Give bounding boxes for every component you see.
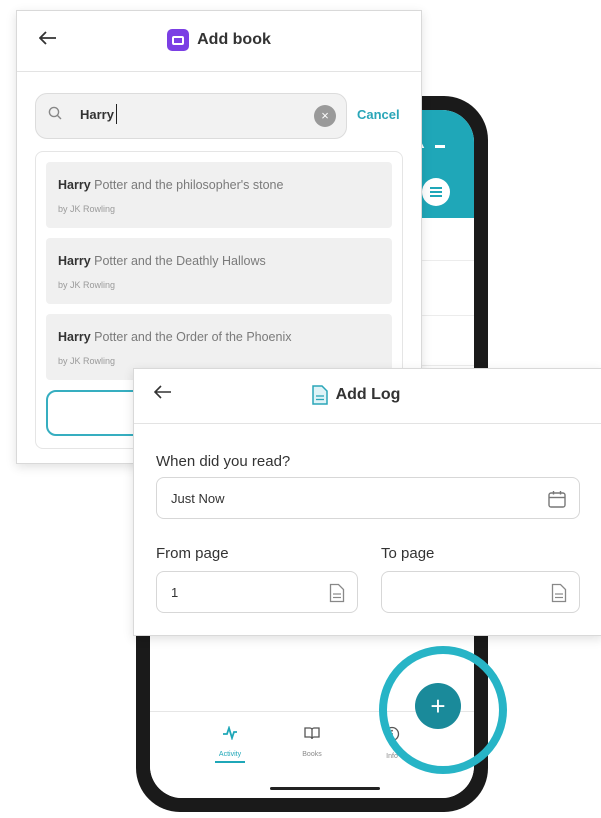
book-icon [167,29,190,51]
calendar-icon [548,491,566,508]
menu-button[interactable] [422,178,450,206]
from-page-field[interactable]: 1 [156,571,358,613]
search-value: Harry [80,103,117,124]
cancel-button[interactable]: Cancel [357,107,400,122]
date-field[interactable]: Just Now [156,477,580,519]
result-title: Harry Potter and the Order of the Phoeni… [58,330,292,344]
nav-item-books[interactable]: Books [282,726,342,758]
clear-search-icon[interactable]: × [314,105,336,127]
page-title: Add book [197,31,271,48]
result-author: by JK Rowling [58,356,116,366]
result-title: Harry Potter and the philosopher's stone [58,178,284,192]
page-icon [329,583,345,603]
result-author: by JK Rowling [58,280,116,290]
add-book-title-wrap: Add book [17,29,421,51]
when-label: When did you read? [156,453,291,470]
add-log-screen: Add Log When did you read? Just Now From… [133,368,601,636]
search-result-item[interactable]: Harry Potter and the Deathly Hallows by … [46,238,392,304]
from-page-value: 1 [171,585,179,600]
add-fab-button[interactable]: + [415,683,461,729]
nav-label-activity: Activity [218,751,242,758]
nav-item-activity[interactable]: Activity [200,725,260,763]
search-result-item[interactable]: Harry Potter and the philosopher's stone… [46,162,392,228]
add-log-topbar: Add Log [134,369,601,424]
search-input[interactable]: Harry × [35,93,347,139]
to-page-label: To page [381,545,435,562]
result-author: by JK Rowling [58,204,116,214]
page-title: Add Log [335,386,401,403]
search-icon [48,106,62,120]
activity-icon [200,725,260,745]
home-indicator [270,787,380,790]
add-book-topbar: Add book [17,11,421,72]
book-open-icon [282,726,342,745]
active-indicator [215,761,245,763]
date-value: Just Now [171,491,225,506]
hamburger-icon [430,191,442,193]
from-page-label: From page [156,545,229,562]
nav-label-books: Books [302,751,322,758]
plus-icon: + [430,691,446,721]
add-log-title-wrap: Add Log [110,385,601,405]
page-icon [551,583,567,603]
to-page-field[interactable] [381,571,580,613]
text-caret [115,103,117,124]
result-title: Harry Potter and the Deathly Hallows [58,254,266,268]
document-icon [311,385,328,405]
